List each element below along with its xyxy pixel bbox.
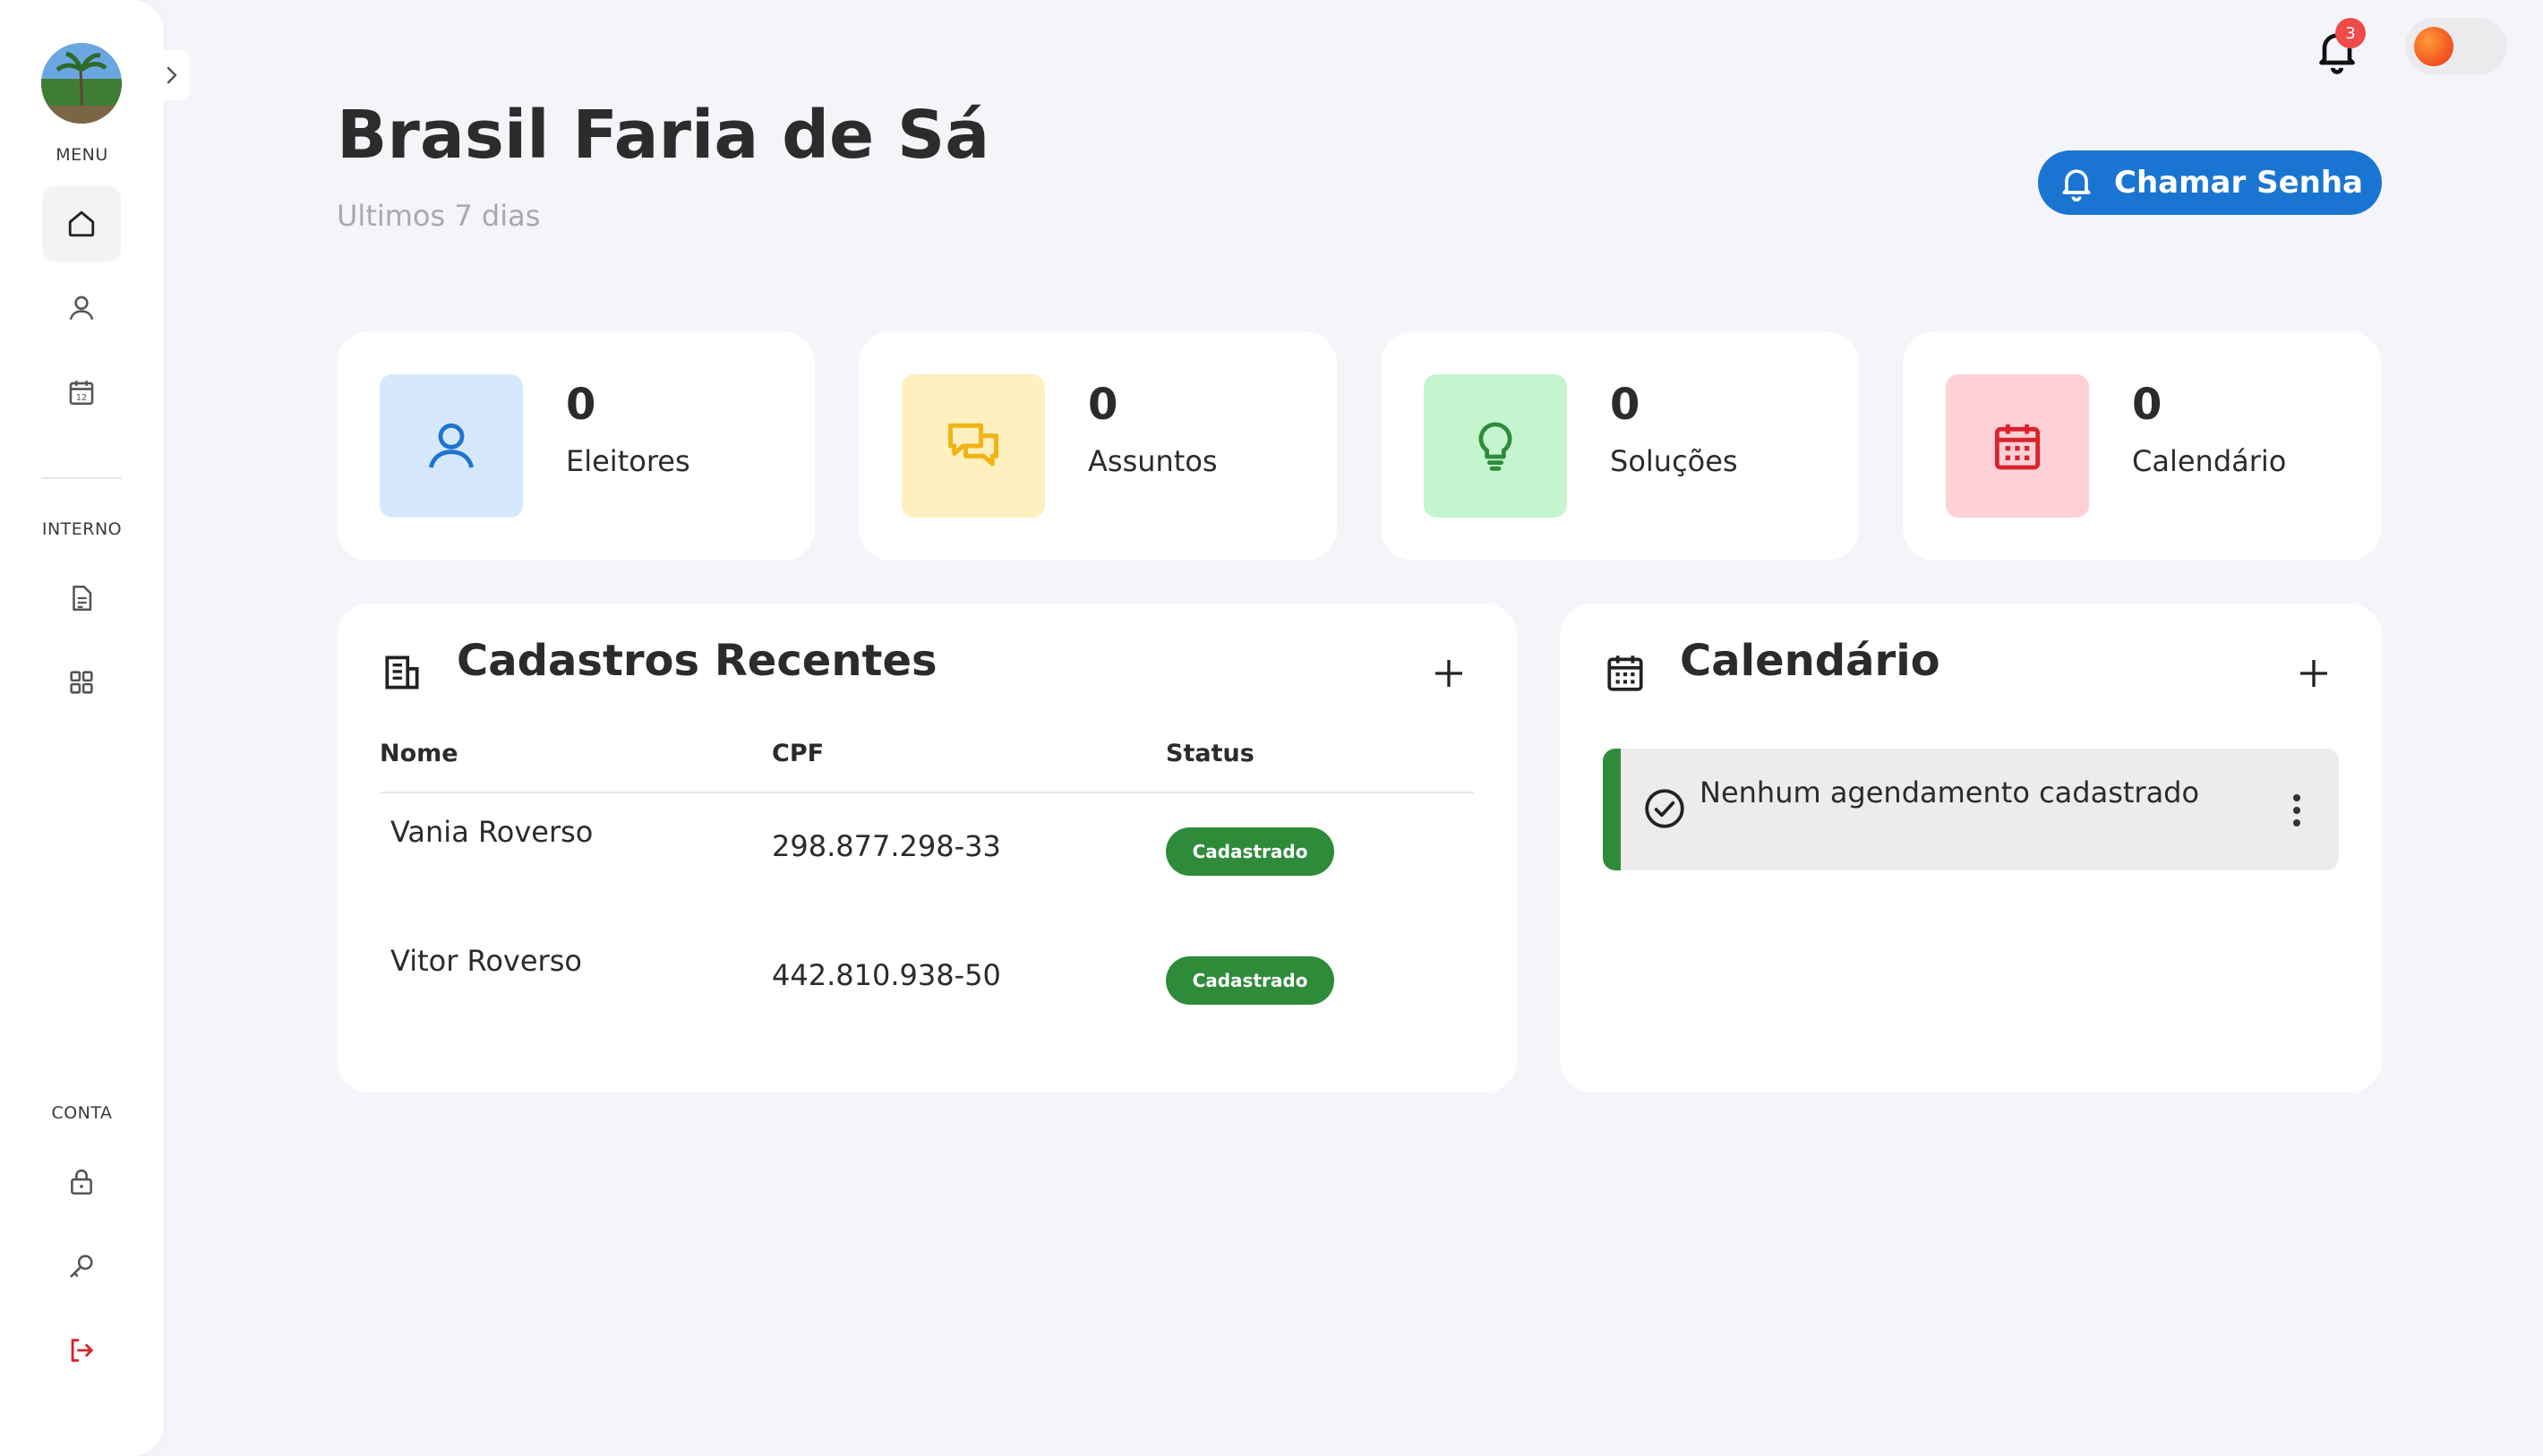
row-cpf: 442.810.938-50 bbox=[772, 958, 1001, 992]
avatar[interactable] bbox=[41, 43, 122, 124]
list-icon bbox=[385, 655, 419, 689]
stat-icon-box bbox=[902, 374, 1045, 518]
event-list-item[interactable]: Nenhum agendamento cadastrado bbox=[1603, 749, 2339, 870]
column-header-status: Status bbox=[1166, 740, 1254, 767]
page-subtitle: Ultimos 7 dias bbox=[337, 199, 541, 233]
plus-icon bbox=[2300, 660, 2327, 687]
stat-label: Assuntos bbox=[1088, 444, 1218, 478]
lock-icon bbox=[71, 1169, 92, 1195]
add-registration-button[interactable] bbox=[1422, 647, 1476, 700]
table-row[interactable]: Vitor Roverso 442.810.938-50 Cadastrado bbox=[337, 944, 1515, 1069]
chat-icon bbox=[947, 423, 999, 467]
stat-label: Eleitores bbox=[566, 444, 690, 478]
column-header-nome: Nome bbox=[380, 740, 458, 767]
status-badge: Cadastrado bbox=[1166, 827, 1334, 876]
calendar-panel-title: Calendário bbox=[1680, 636, 1940, 686]
check-circle-icon bbox=[1645, 789, 1684, 828]
status-badge: Cadastrado bbox=[1166, 956, 1334, 1005]
sidebar-item-grid[interactable] bbox=[42, 645, 121, 720]
row-cpf: 298.877.298-33 bbox=[772, 829, 1001, 863]
sidebar-item-logout[interactable] bbox=[42, 1313, 121, 1388]
calendar-panel: Calendário Nenhum agendamento cadastrado bbox=[1560, 604, 2382, 1092]
lightbulb-icon bbox=[1478, 422, 1512, 471]
stat-label: Soluções bbox=[1610, 444, 1738, 478]
stat-card-assuntos[interactable]: 0 Assuntos bbox=[859, 331, 1337, 561]
call-ticket-button[interactable]: Chamar Senha bbox=[2038, 150, 2382, 215]
sidebar: MENU 12 INTERNO CONTA bbox=[0, 0, 190, 1456]
more-vertical-icon bbox=[2293, 794, 2300, 826]
stat-icon-box bbox=[1424, 374, 1567, 518]
theme-toggle-knob bbox=[2414, 27, 2453, 66]
stat-icon-box bbox=[1946, 374, 2089, 518]
add-event-button[interactable] bbox=[2287, 647, 2341, 700]
logout-icon bbox=[71, 1339, 93, 1362]
page-title: Brasil Faria de Sá bbox=[337, 97, 990, 174]
stat-card-calendario[interactable]: 0 Calendário bbox=[1903, 331, 2381, 561]
stat-card-eleitores[interactable]: 0 Eleitores bbox=[337, 331, 815, 561]
calendar-icon bbox=[1994, 424, 2041, 470]
sidebar-item-user[interactable] bbox=[42, 270, 121, 346]
column-header-cpf: CPF bbox=[772, 740, 825, 767]
stat-label: Calendário bbox=[2132, 444, 2287, 478]
chevron-right-icon bbox=[167, 66, 177, 84]
sidebar-divider bbox=[41, 477, 122, 479]
recent-registrations-title: Cadastros Recentes bbox=[457, 636, 938, 686]
empty-events-message: Nenhum agendamento cadastrado bbox=[1700, 775, 2200, 809]
conta-section-label: CONTA bbox=[51, 1103, 113, 1123]
stat-icon-box bbox=[380, 374, 523, 518]
sidebar-item-lock[interactable] bbox=[42, 1144, 121, 1220]
user-icon bbox=[428, 423, 475, 468]
call-ticket-label: Chamar Senha bbox=[2114, 165, 2363, 201]
grid-icon bbox=[70, 671, 93, 694]
svg-text:12: 12 bbox=[76, 393, 88, 403]
menu-section-label: MENU bbox=[56, 145, 108, 165]
bell-icon bbox=[2062, 169, 2091, 202]
recent-registrations-panel: Cadastros Recentes Nome CPF Status Vania… bbox=[337, 604, 1517, 1092]
user-icon bbox=[69, 295, 94, 321]
sidebar-item-calendar[interactable]: 12 bbox=[42, 355, 121, 430]
sidebar-item-documents[interactable] bbox=[42, 561, 121, 636]
sidebar-item-home[interactable] bbox=[42, 186, 121, 261]
notifications-button[interactable]: 3 bbox=[2312, 18, 2366, 75]
stat-value: 0 bbox=[1088, 380, 1118, 430]
calendar-icon bbox=[1607, 655, 1643, 691]
sidebar-item-key[interactable] bbox=[42, 1229, 121, 1304]
app: MENU 12 INTERNO CONTA 3 Brasil Faria de … bbox=[0, 0, 2543, 1456]
notification-count-badge: 3 bbox=[2335, 18, 2366, 48]
stat-value: 0 bbox=[2132, 380, 2162, 430]
theme-toggle[interactable] bbox=[2405, 18, 2507, 75]
row-name: Vania Roverso bbox=[390, 815, 594, 849]
more-options-button[interactable] bbox=[2283, 788, 2310, 833]
home-icon bbox=[68, 210, 95, 237]
table-header-divider bbox=[380, 792, 1474, 793]
interno-section-label: INTERNO bbox=[41, 519, 123, 539]
stat-value: 0 bbox=[566, 380, 596, 430]
event-status-bar bbox=[1603, 749, 1621, 870]
document-icon bbox=[73, 585, 92, 612]
row-name: Vitor Roverso bbox=[390, 944, 582, 978]
stat-card-solucoes[interactable]: 0 Soluções bbox=[1381, 331, 1859, 561]
key-icon bbox=[70, 1255, 93, 1278]
plus-icon bbox=[1435, 660, 1462, 687]
table-row[interactable]: Vania Roverso 298.877.298-33 Cadastrado bbox=[337, 815, 1515, 940]
sidebar-toggle-button[interactable] bbox=[154, 50, 190, 100]
stat-value: 0 bbox=[1610, 380, 1640, 430]
calendar-icon: 12 bbox=[69, 381, 94, 406]
